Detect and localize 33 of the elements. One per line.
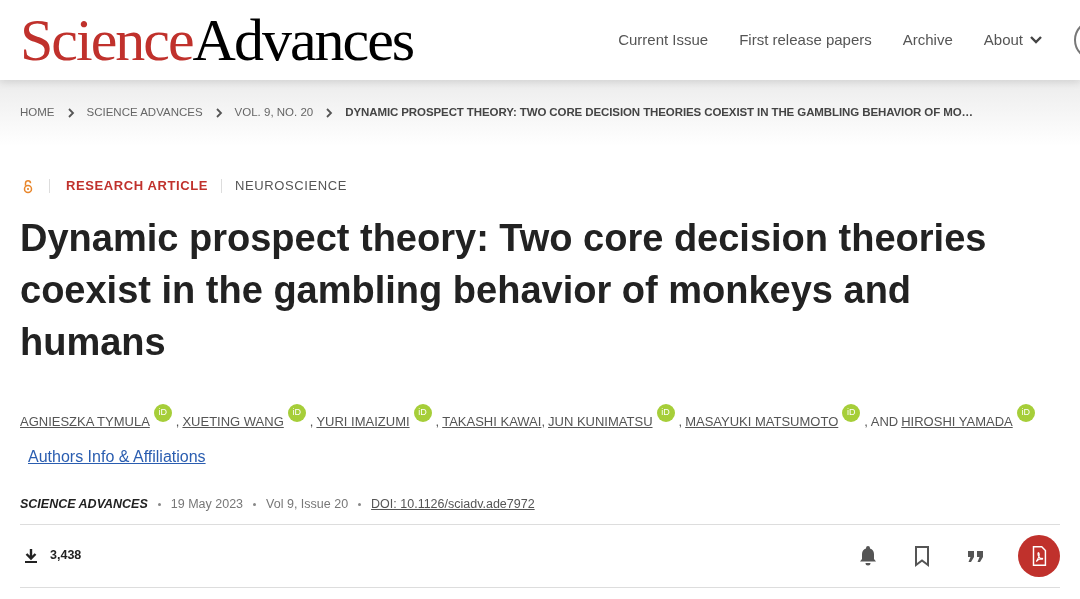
download-icon	[23, 547, 39, 564]
affiliations-link[interactable]: Authors Info & Affiliations	[28, 439, 206, 474]
author-link[interactable]: YURI IMAIZUMI	[316, 404, 410, 439]
author-separator: ,	[435, 413, 440, 431]
author-separator: , AND	[864, 413, 899, 431]
author-separator: ,	[541, 413, 546, 431]
author-link[interactable]: MASAYUKI MATSUMOTO	[685, 404, 839, 439]
article-type[interactable]: RESEARCH ARTICLE	[66, 176, 208, 196]
author-link[interactable]: AGNIESZKA TYMULA	[20, 404, 150, 439]
journal-name: SCIENCE ADVANCES	[20, 496, 148, 513]
breadcrumb-current[interactable]: DYNAMIC PROSPECT THEORY: TWO CORE DECISION THEORIES COEXIST IN THE GAMBLING BEHAVIOR OF MO…	[345, 104, 973, 122]
nav-menu[interactable]: About	[983, 28, 1043, 52]
breadcrumb-link[interactable]: HOME	[20, 104, 55, 122]
author-separator: ,	[175, 413, 180, 431]
author-separator: ,	[678, 413, 683, 431]
author-link[interactable]: JUN KUNIMATSU	[548, 404, 653, 439]
site-logo[interactable]: ScienceAdvances	[20, 10, 414, 70]
breadcrumb-link[interactable]: VOL. 9, NO. 20	[234, 104, 314, 122]
download-count: 3,438	[50, 547, 82, 565]
nav-link[interactable]: First release papers	[739, 28, 872, 52]
author-link[interactable]: HIROSHI YAMADA	[901, 404, 1013, 439]
doi-link[interactable]: DOI: 10.1126/sciadv.ade7972	[371, 495, 535, 514]
meta-text: 19 May 2023	[170, 496, 244, 513]
nav-link[interactable]: Archive	[902, 28, 953, 52]
author-separator: ,	[309, 413, 314, 431]
article-subject[interactable]: NEUROSCIENCE	[235, 176, 347, 196]
article-title: Dynamic prospect theory: Two core decision theories coexist in the gambling behavior of monkeys and humans	[20, 216, 988, 365]
nav-link[interactable]: Current Issue	[618, 28, 709, 52]
author-link[interactable]: TAKASHI KAWAI	[442, 404, 542, 439]
breadcrumb-link[interactable]: SCIENCE ADVANCES	[86, 104, 203, 122]
author-link[interactable]: XUETING WANG	[182, 404, 284, 439]
pdf-button[interactable]	[1018, 534, 1060, 577]
meta-text: Vol 9, Issue 20	[266, 496, 349, 513]
